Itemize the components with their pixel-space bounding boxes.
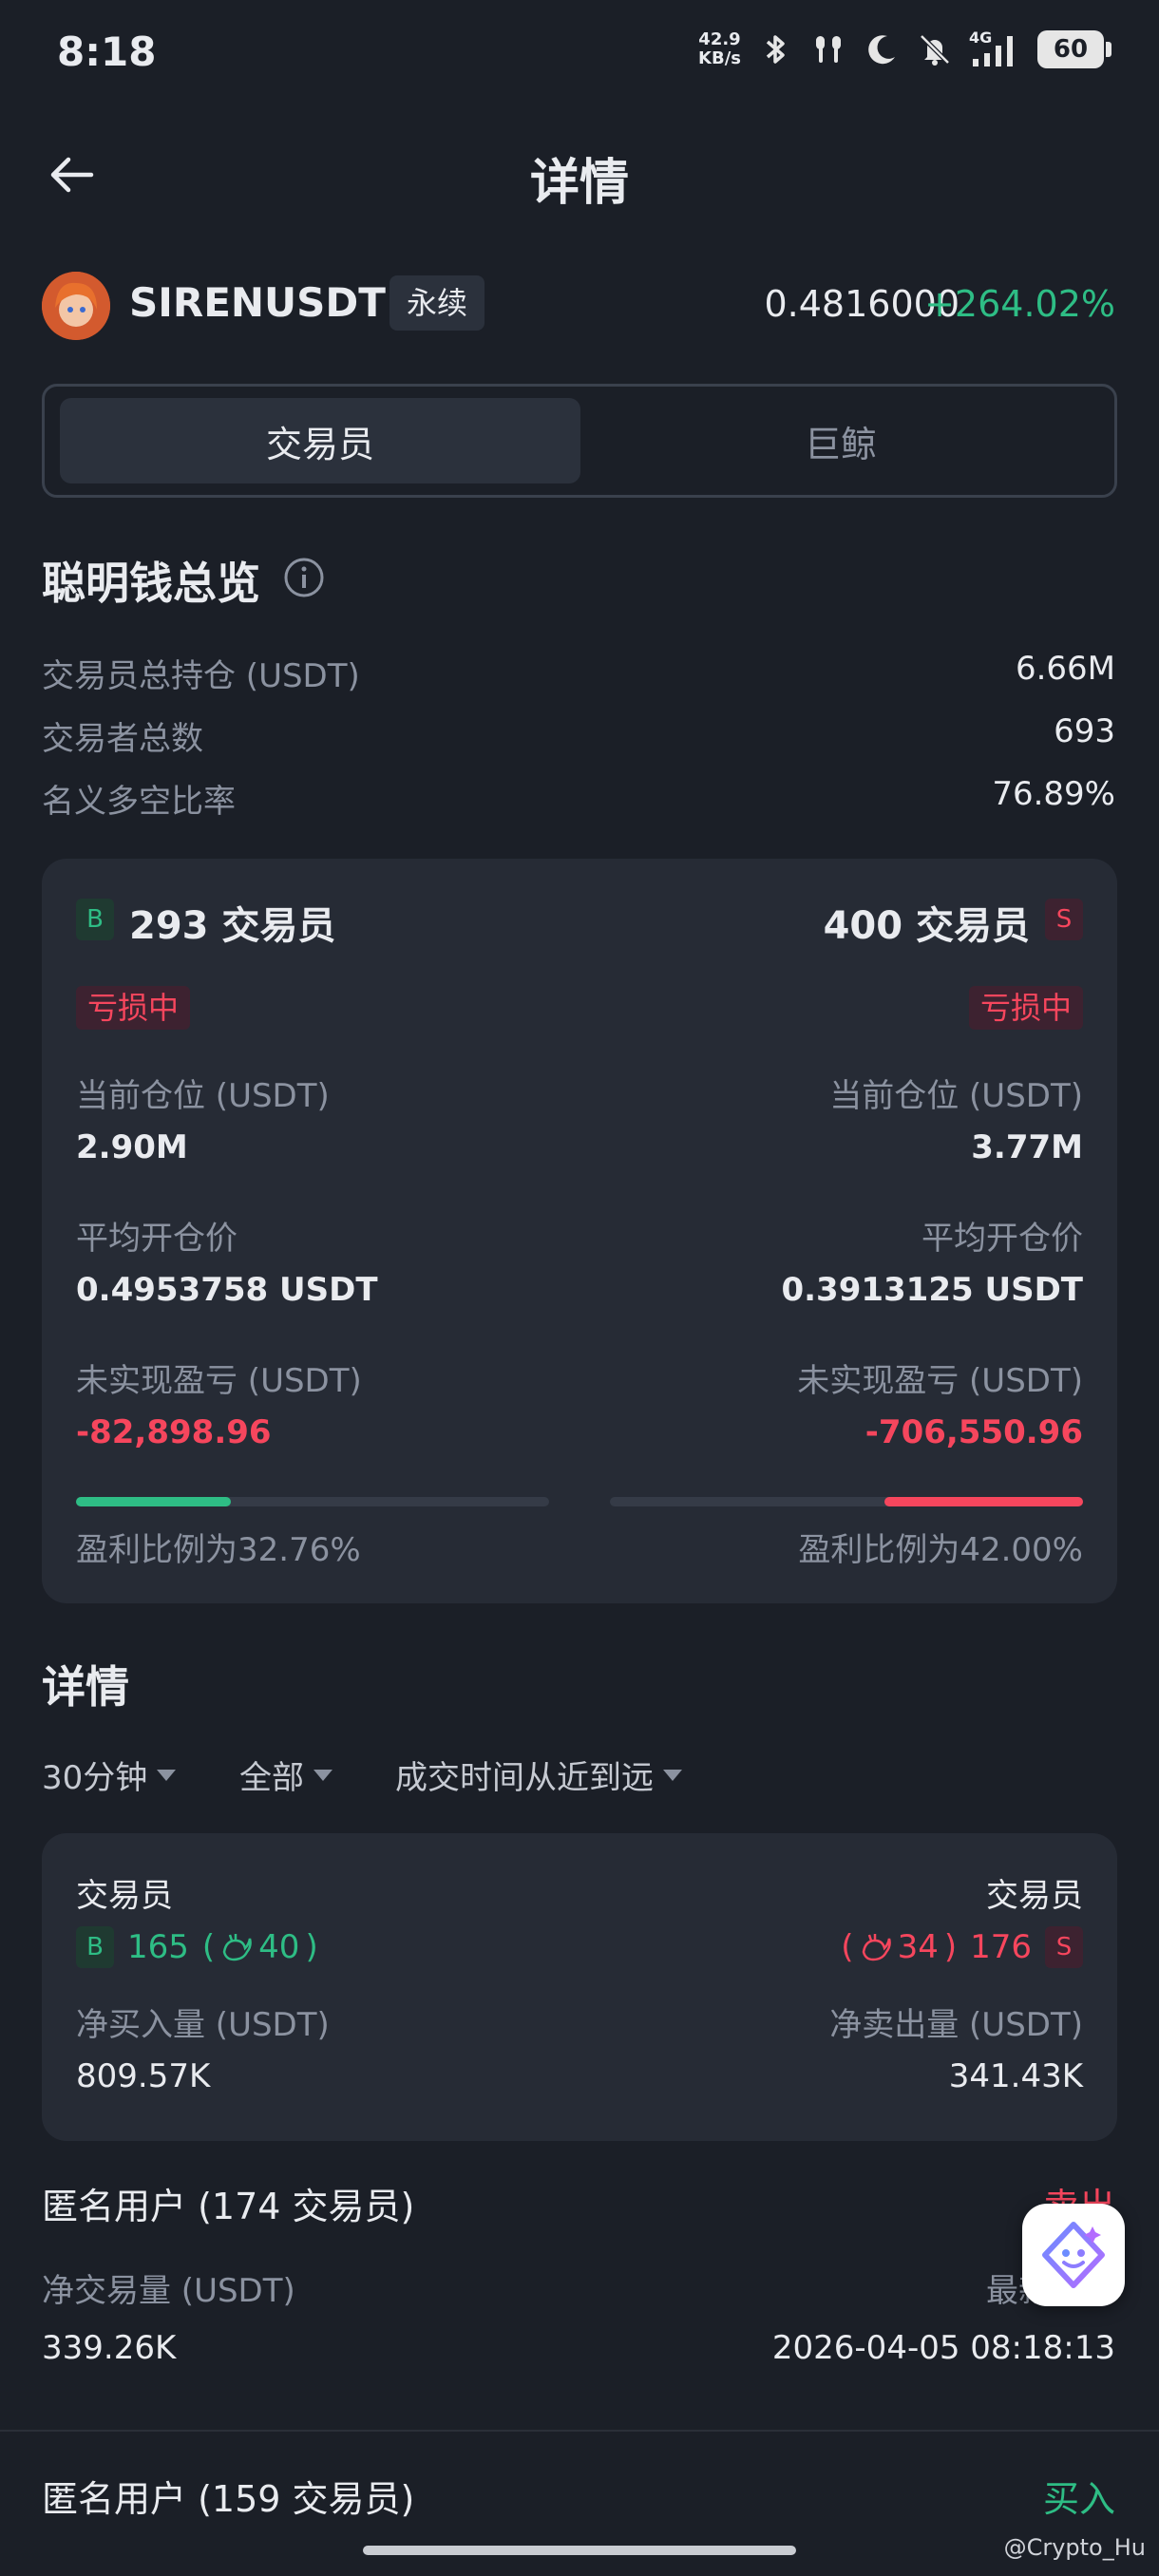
caret-down-icon	[314, 1769, 332, 1781]
entry-time-value: 2026-04-05 08:18:13	[771, 2329, 1115, 2367]
earbuds-icon	[816, 36, 841, 63]
row-value: 693	[1054, 712, 1115, 750]
bluetooth-icon	[766, 35, 785, 64]
long-avg-price-label: 平均开仓价	[76, 1220, 238, 1258]
entry-volume-value: 339.26K	[42, 2329, 177, 2367]
row-label: 名义多空比率	[42, 783, 236, 821]
short-avg-price-value: 0.3913125 USDT	[781, 1271, 1083, 1309]
short-position-value: 3.77M	[971, 1128, 1083, 1166]
bell-muted-icon	[920, 34, 950, 66]
short-profit-bar	[610, 1497, 1083, 1506]
assistant-button[interactable]	[1022, 2204, 1125, 2306]
short-pnl-label: 未实现盈亏 (USDT)	[797, 1362, 1083, 1400]
symbol-name: SIRENUSDT	[129, 279, 386, 326]
caret-down-icon	[663, 1769, 682, 1781]
moon-icon	[868, 35, 895, 65]
status-icons: 42.9 KB/s 4G 60	[698, 28, 1112, 68]
sell-badge: S	[1045, 899, 1083, 940]
details-title: 详情	[42, 1661, 129, 1713]
long-trader-count: 293 交易员	[129, 904, 336, 948]
long-position-value: 2.90M	[76, 1128, 188, 1166]
net-sell-label: 净卖出量 (USDT)	[829, 2006, 1083, 2044]
long-pnl-value: -82,898.96	[76, 1413, 272, 1451]
home-indicator	[363, 2546, 796, 2555]
filter-timeframe[interactable]: 30分钟	[42, 1752, 177, 1798]
filter-label: 全部	[239, 1759, 304, 1797]
sell-whale-count: ( 34 )	[841, 1928, 958, 1966]
price-change: +264.02%	[924, 283, 1115, 325]
short-status-tag: 亏损中	[968, 986, 1083, 1030]
info-icon[interactable]	[283, 557, 325, 598]
overview-row: 交易者总数 693	[42, 712, 1115, 759]
signal-indicator: 4G	[969, 28, 1022, 68]
perpetual-badge: 永续	[390, 275, 485, 331]
long-status-tag: 亏损中	[76, 986, 191, 1030]
entry-title[interactable]: 匿名用户 (159 交易员)	[42, 2470, 414, 2522]
short-trader-count: 400 交易员	[823, 904, 1030, 948]
token-avatar	[42, 272, 110, 340]
trade-summary-card: 交易员 交易员 B 165 ( 40 ) ( 34 ) 176 S 净买入量 (…	[42, 1833, 1117, 2141]
buy-side-label: 交易员	[76, 1877, 173, 1915]
buy-whale-count: ( 40 )	[201, 1928, 318, 1966]
whale-icon	[862, 1934, 891, 1961]
sell-side-label: 交易员	[986, 1877, 1083, 1915]
entry-divider	[0, 2430, 1159, 2432]
row-label: 交易者总数	[42, 720, 203, 758]
long-short-card: B 293 交易员 400 交易员 S 亏损中 亏损中 当前仓位 (USDT) …	[42, 859, 1117, 1603]
entry-side: 买入	[1042, 2478, 1115, 2520]
short-profit-ratio: 盈利比例为42.00%	[798, 1531, 1083, 1569]
segment-tabs: 交易员 巨鲸	[42, 384, 1117, 498]
page-title: 详情	[529, 155, 629, 212]
net-buy-label: 净买入量 (USDT)	[76, 2006, 330, 2044]
row-label: 交易员总持仓 (USDT)	[42, 657, 360, 695]
short-pnl-value: -706,550.96	[864, 1413, 1083, 1451]
row-value: 6.66M	[1015, 650, 1115, 688]
caret-down-icon	[157, 1769, 177, 1781]
short-position-label: 当前仓位 (USDT)	[829, 1077, 1083, 1115]
status-time: 8:18	[57, 28, 157, 75]
buy-count: 165	[127, 1928, 189, 1966]
watermark: @Crypto_Hu	[1003, 2534, 1146, 2561]
battery-indicator: 60	[1037, 30, 1112, 68]
whale-icon	[222, 1934, 252, 1961]
short-profit-bar-fill	[884, 1497, 1083, 1506]
sell-trader-stats: ( 34 ) 176 S	[841, 1926, 1083, 1968]
long-profit-ratio: 盈利比例为32.76%	[76, 1531, 361, 1569]
robot-icon	[1042, 2222, 1105, 2288]
long-profit-bar	[76, 1497, 549, 1506]
overview-title: 聪明钱总览	[42, 558, 260, 609]
sell-count: 176	[970, 1928, 1032, 1966]
short-avg-price-label: 平均开仓价	[922, 1220, 1083, 1258]
long-pnl-label: 未实现盈亏 (USDT)	[76, 1362, 362, 1400]
net-sell-value: 341.43K	[948, 2057, 1083, 2095]
filter-sort[interactable]: 成交时间从近到远	[395, 1752, 682, 1798]
signal-icon	[973, 36, 1013, 66]
filter-label: 30分钟	[42, 1759, 148, 1797]
tab-traders[interactable]: 交易员	[60, 398, 580, 483]
overview-row: 交易员总持仓 (USDT) 6.66M	[42, 650, 1115, 696]
entry-title[interactable]: 匿名用户 (174 交易员)	[42, 2177, 414, 2229]
long-profit-bar-fill	[76, 1497, 232, 1506]
tab-whales[interactable]: 巨鲸	[580, 398, 1101, 483]
row-value: 76.89%	[992, 775, 1115, 813]
filter-type[interactable]: 全部	[239, 1752, 332, 1798]
buy-badge: B	[76, 899, 114, 940]
long-position-label: 当前仓位 (USDT)	[76, 1077, 330, 1115]
overview-row: 名义多空比率 76.89%	[42, 775, 1115, 822]
net-speed: 42.9 KB/s	[698, 29, 741, 68]
entry-volume-label: 净交易量 (USDT)	[42, 2272, 295, 2310]
filter-label: 成交时间从近到远	[395, 1759, 654, 1797]
net-buy-value: 809.57K	[76, 2057, 211, 2095]
buy-badge: B	[76, 1926, 114, 1968]
sell-badge: S	[1045, 1926, 1083, 1968]
buy-trader-stats: B 165 ( 40 )	[76, 1926, 318, 1968]
long-avg-price-value: 0.4953758 USDT	[76, 1271, 378, 1309]
